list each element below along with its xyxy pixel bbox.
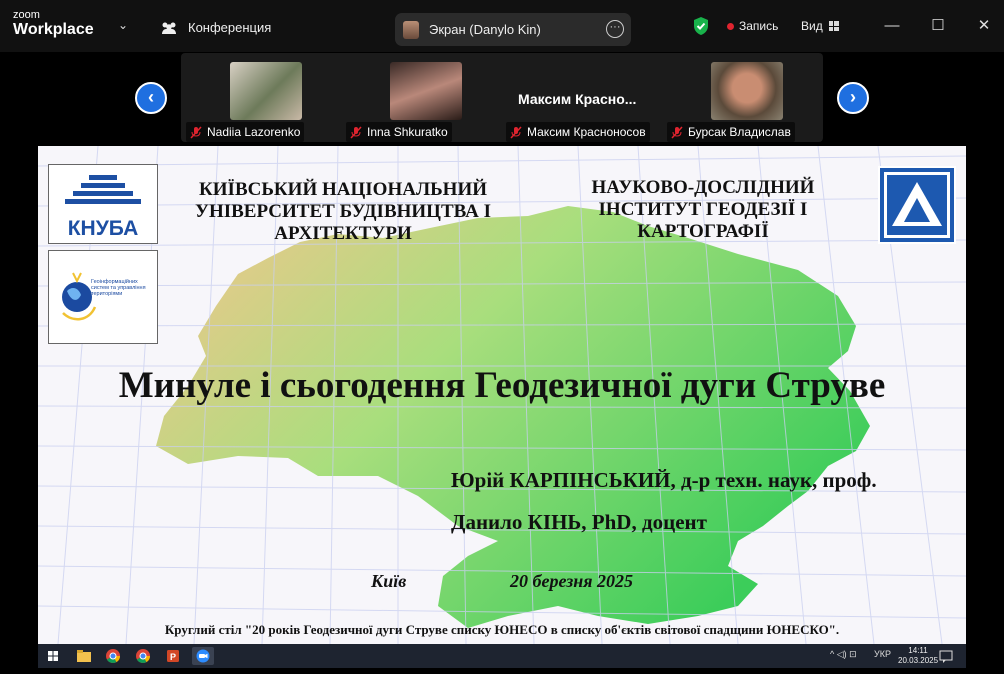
heading-line: КАРТОГРАФІЇ	[637, 221, 769, 242]
gis-department-logo: Геоінформаційних систем та управління те…	[48, 250, 158, 344]
chevron-down-icon[interactable]: ⌄	[118, 18, 128, 32]
heading-line: УНІВЕРСИТЕТ БУДІВНИЦТВА І	[195, 201, 491, 222]
university-heading: КИЇВСЬКИЙ НАЦІОНАЛЬНИЙ УНІВЕРСИТЕТ БУДІВ…	[178, 179, 508, 245]
close-icon[interactable]: ✕	[972, 14, 996, 38]
view-label: Вид	[801, 19, 823, 33]
gis-logo-text: Геоінформаційних систем та управління те…	[91, 279, 146, 297]
participant-video	[230, 62, 302, 120]
mic-muted-icon	[671, 125, 683, 139]
heading-line: НАУКОВО-ДОСЛІДНИЙ	[591, 177, 815, 198]
knuba-logo-text: КНУБА	[68, 217, 139, 240]
slide-title: Минуле і сьогодення Геодезичної дуги Стр…	[118, 365, 886, 406]
participant-name-chip: Бурсак Владислав	[667, 122, 795, 142]
clock-date: 20.03.2025	[898, 656, 939, 665]
grid-icon	[828, 21, 839, 31]
heading-line: АРХІТЕКТУРИ	[274, 223, 412, 244]
mic-muted-icon	[190, 125, 202, 139]
participant-video	[711, 62, 783, 120]
screen-share-label: Экран (Danylo Kin)	[429, 22, 541, 37]
record-button[interactable]: Запись	[727, 19, 778, 33]
chrome-icon[interactable]	[132, 647, 154, 665]
minimize-icon[interactable]: —	[880, 14, 904, 38]
participant-tile[interactable]: Nadiia Lazorenko	[186, 62, 334, 142]
screen-share-indicator[interactable]: Экран (Danylo Kin) ···	[395, 13, 631, 46]
svg-text:P: P	[170, 652, 176, 662]
record-label: Запись	[739, 19, 779, 33]
participant-name-chip: Inna Shkuratko	[346, 122, 452, 142]
participant-video-label: Максим Красно...	[518, 91, 637, 107]
participant-name-chip: Максим Красноносов	[506, 122, 650, 142]
participant-name: Максим Красноносов	[527, 125, 646, 139]
notification-icon[interactable]	[938, 647, 954, 665]
system-tray-icons[interactable]: ^ ◁) ⊡	[830, 649, 857, 660]
slide-footer-note: Круглий стіл "20 років Геодезичної дуги …	[164, 622, 840, 637]
participant-tile[interactable]: Бурсак Владислав	[667, 62, 815, 142]
chrome-icon[interactable]	[102, 647, 124, 665]
shared-screen-slide: КНУБА Геоінформаційних систем та управлі…	[38, 146, 966, 644]
taskbar-clock[interactable]: 14:11 20.03.2025	[898, 646, 938, 666]
clock-time: 14:11	[908, 646, 928, 655]
mic-muted-icon	[510, 125, 522, 139]
powerpoint-icon[interactable]: P	[162, 647, 184, 665]
sharer-avatar	[403, 20, 419, 39]
logo-line1: zoom	[13, 9, 40, 21]
participant-name: Inna Shkuratko	[367, 125, 448, 139]
globe-icon	[62, 272, 97, 321]
maximize-icon[interactable]: ☐	[926, 14, 950, 38]
heading-line: КИЇВСЬКИЙ НАЦІОНАЛЬНИЙ	[199, 179, 487, 200]
author-line-2: Данило КІНЬ, PhD, доцент	[451, 510, 707, 534]
logo-line2: Workplace	[13, 21, 94, 38]
ellipsis-icon[interactable]: ···	[606, 20, 624, 38]
participant-video	[390, 62, 462, 120]
windows-start-icon[interactable]	[42, 647, 64, 665]
triangle-emblem-icon	[880, 168, 954, 242]
people-icon	[162, 22, 176, 34]
conference-label: Конференция	[188, 20, 272, 35]
zoom-title-bar: zoom Workplace ⌄ Конференция Экран (Dany…	[0, 0, 1004, 52]
shield-check-icon[interactable]	[692, 16, 710, 36]
knuba-emblem-icon: КНУБА	[65, 175, 141, 240]
participant-name: Nadiia Lazorenko	[207, 125, 301, 139]
participant-tile[interactable]: Максим Красно... Максим Красноносов	[506, 62, 654, 142]
slide-city: Київ	[371, 571, 407, 591]
geodesy-institute-logo	[878, 166, 956, 244]
gallery-prev-button[interactable]: ‹	[135, 82, 167, 114]
participant-name: Бурсак Владислав	[688, 125, 791, 139]
mic-muted-icon	[350, 125, 362, 139]
slide-date: 20 березня 2025	[510, 571, 634, 591]
view-button[interactable]: Вид	[801, 19, 839, 33]
zoom-workplace-logo: zoom Workplace	[13, 10, 94, 38]
gallery-next-button[interactable]: ›	[837, 82, 869, 114]
conference-menu-button[interactable]: Конференция	[160, 20, 271, 35]
windows-taskbar: P ^ ◁) ⊡ УКР 14:11 20.03.2025	[38, 644, 966, 668]
author-line-1: Юрій КАРПІНСЬКИЙ, д-р техн. наук, проф.	[451, 468, 877, 492]
file-explorer-icon[interactable]	[73, 647, 95, 665]
participant-tile[interactable]: Inna Shkuratko	[346, 62, 494, 142]
institute-heading: НАУКОВО-ДОСЛІДНИЙ ІНСТИТУТ ГЕОДЕЗІЇ І КА…	[558, 177, 848, 243]
language-indicator[interactable]: УКР	[874, 649, 891, 659]
knuba-logo: КНУБА	[48, 164, 158, 244]
record-dot-icon	[727, 22, 734, 30]
heading-line: ІНСТИТУТ ГЕОДЕЗІЇ І	[598, 199, 808, 220]
zoom-icon[interactable]	[192, 647, 214, 665]
participant-name-chip: Nadiia Lazorenko	[186, 122, 305, 142]
